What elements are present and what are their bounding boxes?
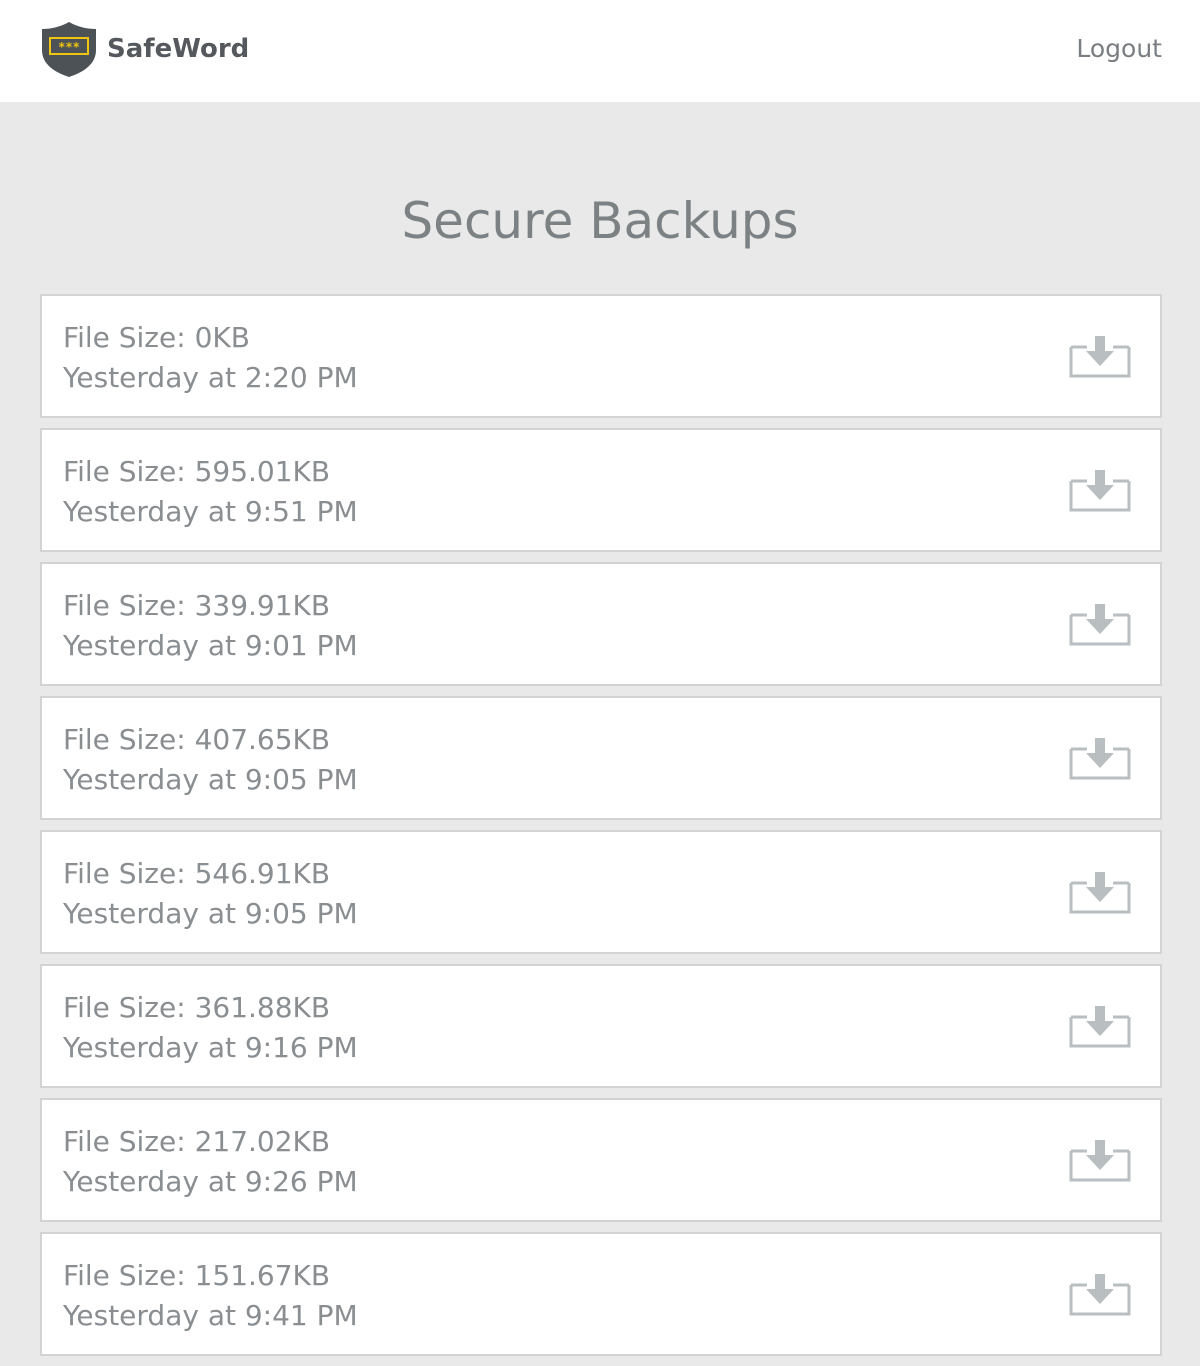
shield-icon: *** [42, 22, 96, 77]
file-size-label: File Size: 595.01KB [63, 455, 331, 488]
file-size-label: File Size: 151.67KB [63, 1259, 331, 1292]
file-size-label: File Size: 0KB [63, 321, 250, 354]
backup-row: File Size: 339.91KB Yesterday at 9:01 PM [40, 562, 1162, 686]
file-size-label: File Size: 361.88KB [63, 991, 331, 1024]
download-button[interactable] [1069, 334, 1131, 378]
backup-info: File Size: 217.02KB Yesterday at 9:26 PM [63, 1122, 358, 1202]
backup-row: File Size: 0KB Yesterday at 2:20 PM [40, 294, 1162, 418]
backup-timestamp: Yesterday at 9:05 PM [63, 897, 358, 930]
download-icon [1069, 738, 1131, 780]
file-size-label: File Size: 407.65KB [63, 723, 331, 756]
download-button[interactable] [1069, 1004, 1131, 1048]
backup-timestamp: Yesterday at 9:41 PM [63, 1299, 358, 1332]
backup-row: File Size: 361.88KB Yesterday at 9:16 PM [40, 964, 1162, 1088]
download-icon [1069, 1140, 1131, 1182]
backup-info: File Size: 361.88KB Yesterday at 9:16 PM [63, 988, 358, 1068]
download-icon [1069, 470, 1131, 512]
download-button[interactable] [1069, 1138, 1131, 1182]
backup-info: File Size: 546.91KB Yesterday at 9:05 PM [63, 854, 358, 934]
backup-timestamp: Yesterday at 9:16 PM [63, 1031, 358, 1064]
backup-timestamp: Yesterday at 9:01 PM [63, 629, 358, 662]
logout-link[interactable]: Logout [1076, 34, 1162, 63]
backup-timestamp: Yesterday at 9:05 PM [63, 763, 358, 796]
download-icon [1069, 872, 1131, 914]
download-button[interactable] [1069, 602, 1131, 646]
download-button[interactable] [1069, 736, 1131, 780]
backup-info: File Size: 339.91KB Yesterday at 9:01 PM [63, 586, 358, 666]
backup-info: File Size: 0KB Yesterday at 2:20 PM [63, 318, 358, 398]
backup-list: File Size: 0KB Yesterday at 2:20 PM File… [40, 294, 1162, 1366]
download-icon [1069, 1006, 1131, 1048]
download-button[interactable] [1069, 1272, 1131, 1316]
backup-timestamp: Yesterday at 9:26 PM [63, 1165, 358, 1198]
download-icon [1069, 1274, 1131, 1316]
backup-info: File Size: 151.67KB Yesterday at 9:41 PM [63, 1256, 358, 1336]
file-size-label: File Size: 217.02KB [63, 1125, 331, 1158]
brand[interactable]: *** SafeWord [40, 20, 249, 78]
backup-row: File Size: 546.91KB Yesterday at 9:05 PM [40, 830, 1162, 954]
brand-name: SafeWord [107, 34, 250, 64]
backup-row: File Size: 151.67KB Yesterday at 9:41 PM [40, 1232, 1162, 1356]
download-icon [1069, 604, 1131, 646]
backup-row: File Size: 595.01KB Yesterday at 9:51 PM [40, 428, 1162, 552]
file-size-label: File Size: 339.91KB [63, 589, 331, 622]
logo-text: *** [58, 40, 80, 54]
download-button[interactable] [1069, 468, 1131, 512]
download-icon [1069, 336, 1131, 378]
page-title: Secure Backups [401, 192, 799, 250]
top-header: *** SafeWord Logout [0, 0, 1200, 102]
backup-timestamp: Yesterday at 9:51 PM [63, 495, 358, 528]
backup-row: File Size: 407.65KB Yesterday at 9:05 PM [40, 696, 1162, 820]
backup-info: File Size: 407.65KB Yesterday at 9:05 PM [63, 720, 358, 800]
backup-row: File Size: 217.02KB Yesterday at 9:26 PM [40, 1098, 1162, 1222]
file-size-label: File Size: 546.91KB [63, 857, 331, 890]
backup-timestamp: Yesterday at 2:20 PM [63, 361, 358, 394]
backup-info: File Size: 595.01KB Yesterday at 9:51 PM [63, 452, 358, 532]
download-button[interactable] [1069, 870, 1131, 914]
